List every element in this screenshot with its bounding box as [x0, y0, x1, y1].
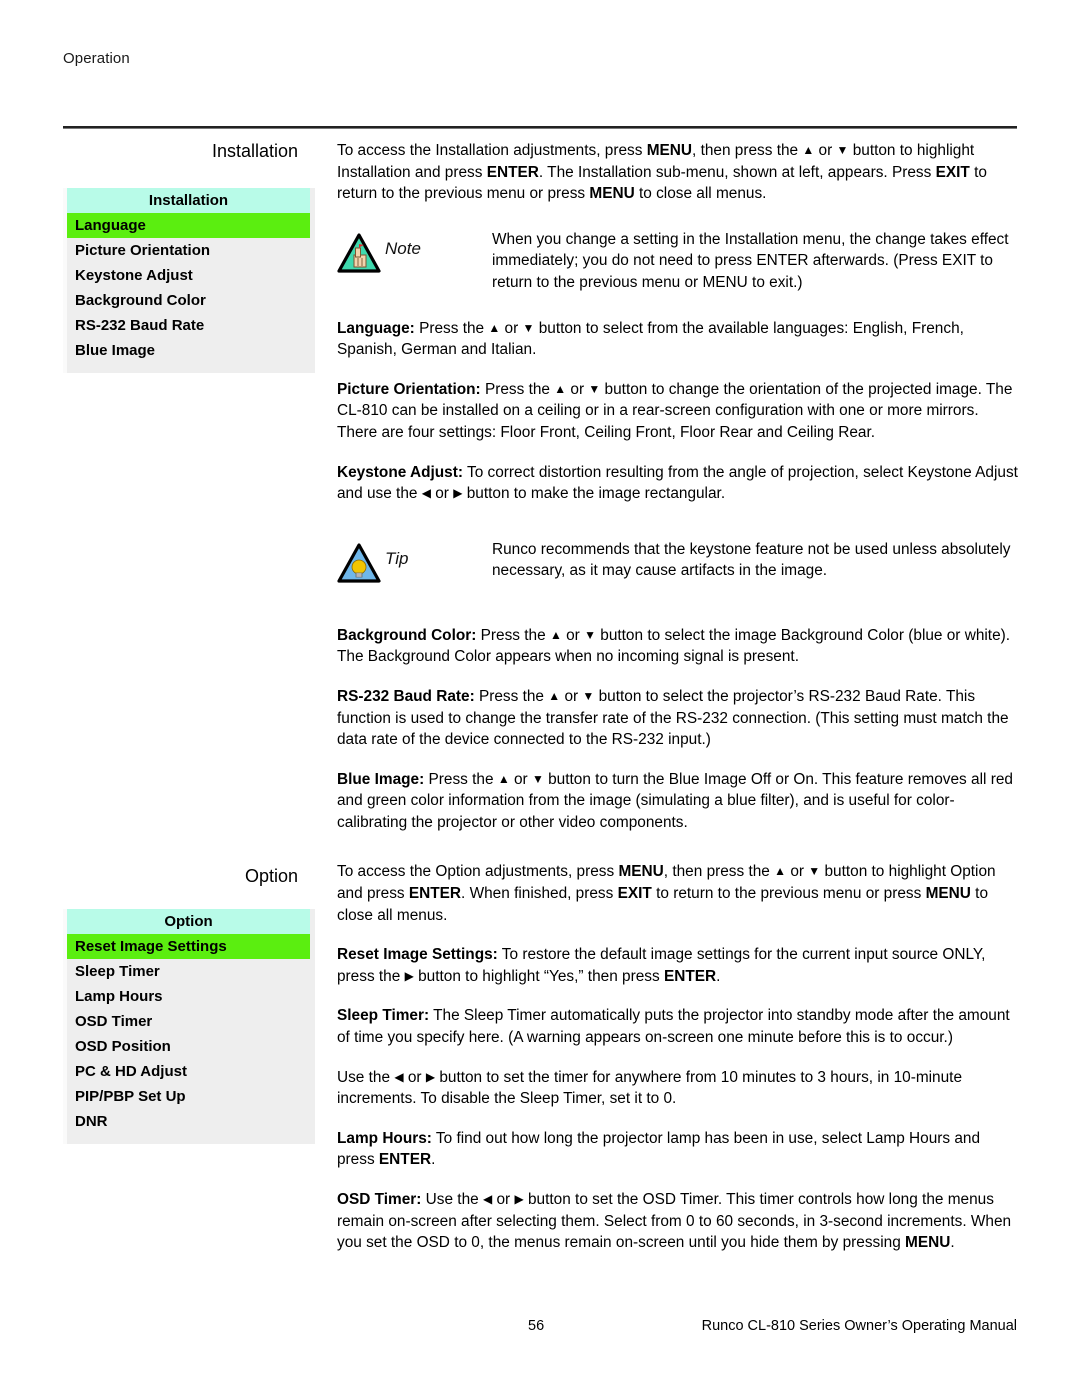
arrow-glyph: ▲: [802, 143, 815, 157]
osd-item-osd-timer[interactable]: OSD Timer: [67, 1009, 310, 1034]
osd-menu-title-option: Option: [67, 909, 310, 934]
arrow-glyph: ▲: [497, 771, 510, 786]
osd-item-lamp-hours[interactable]: Lamp Hours: [67, 984, 310, 1009]
installation-intro-paragraph: To access the Installation adjustments, …: [337, 142, 987, 203]
arrow-glyph: ▼: [808, 864, 821, 879]
paragraph-background-color: Background Color: Press the ▲ or ▼ butto…: [337, 626, 1011, 666]
paragraph-blue-image: Blue Image: Press the ▲ or ▼ button to t…: [337, 770, 1013, 831]
osd-item-sleep-timer[interactable]: Sleep Timer: [67, 959, 310, 984]
osd-menu-title-installation: Installation: [67, 188, 310, 213]
paragraph-term: Blue Image:: [337, 770, 425, 788]
osd-menu-option: Option Reset Image Settings Sleep Timer …: [63, 909, 315, 1144]
arrow-glyph: ◀: [421, 486, 431, 501]
paragraph-reset-image-settings: Reset Image Settings: To restore the def…: [337, 946, 986, 985]
note-label: Note: [385, 238, 421, 258]
arrow-glyph: ▲: [548, 688, 561, 703]
arrow-glyph: ▼: [582, 688, 595, 703]
paragraph-lamp-hours: Lamp Hours: To find out how long the pro…: [337, 1129, 981, 1169]
paragraph-term: Picture Orientation:: [337, 380, 481, 398]
section-heading-option: Option: [244, 866, 298, 886]
arrow-glyph: ◀: [394, 1069, 404, 1084]
osd-item-reset-image-settings[interactable]: Reset Image Settings: [67, 934, 310, 959]
arrow-glyph: ▼: [588, 381, 601, 396]
paragraph-rs232-baud-rate: RS-232 Baud Rate: Press the ▲ or ▼ butto…: [337, 687, 1009, 749]
tip-label: Tip: [385, 548, 409, 568]
footer-page-number: 56: [528, 1318, 545, 1334]
note-triangle-hand-icon: [337, 233, 381, 273]
osd-menu-installation: Installation Language Picture Orientatio…: [63, 188, 315, 373]
paragraph-sleep-timer: Sleep Timer: The Sleep Timer automatical…: [337, 1007, 1010, 1047]
osd-item-picture-orientation[interactable]: Picture Orientation: [67, 238, 310, 263]
arrow-glyph: ▶: [404, 968, 414, 983]
arrow-glyph: ▼: [836, 143, 849, 157]
manual-page: Operation Installation Installation Lang…: [0, 0, 1080, 1397]
osd-item-keystone-adjust[interactable]: Keystone Adjust: [67, 263, 310, 288]
paragraph-picture-orientation: Picture Orientation: Press the ▲ or ▼ bu…: [337, 380, 1013, 441]
osd-item-pip-pbp-set-up[interactable]: PIP/PBP Set Up: [67, 1084, 310, 1109]
page-footer: 56 Runco CL-810 Series Owner’s Operating…: [63, 1318, 1017, 1338]
paragraph-term: OSD Timer:: [337, 1191, 422, 1208]
footer-manual-title: Runco CL-810 Series Owner’s Operating Ma…: [701, 1318, 1017, 1334]
paragraph-term: Sleep Timer:: [337, 1007, 430, 1025]
arrow-glyph: ▶: [453, 486, 463, 501]
header-rule: [63, 126, 1017, 129]
tip-triangle-lightbulb-icon: [337, 543, 381, 583]
paragraph-term: Reset Image Settings:: [337, 946, 498, 964]
osd-item-blue-image[interactable]: Blue Image: [67, 338, 310, 363]
arrow-glyph: ▲: [774, 864, 787, 879]
arrow-glyph: ▶: [514, 1192, 524, 1206]
osd-item-language[interactable]: Language: [67, 213, 310, 238]
osd-item-background-color[interactable]: Background Color: [67, 288, 310, 313]
paragraph-term: Background Color:: [337, 626, 477, 644]
paragraph-keystone-adjust: Keystone Adjust: To correct distortion r…: [337, 463, 1018, 503]
osd-item-dnr[interactable]: DNR: [67, 1109, 310, 1134]
arrow-glyph: ▲: [554, 381, 567, 396]
paragraph-language: Language: Press the ▲ or ▼ button to sel…: [337, 319, 964, 359]
paragraph-term: Lamp Hours:: [337, 1129, 432, 1147]
arrow-glyph: ▶: [425, 1069, 436, 1084]
paragraph-sleep-timer-range: Use the ◀ or ▶ button to set the timer f…: [337, 1068, 963, 1108]
tip-body: Runco recommends that the keystone featu…: [492, 540, 1011, 580]
paragraph-term: RS-232 Baud Rate:: [337, 687, 475, 705]
arrow-glyph: ▼: [584, 627, 596, 642]
note-body: When you change a setting in the Install…: [492, 230, 1009, 291]
note-callout: Note When you change a setting in the In…: [337, 229, 1019, 294]
osd-item-rs232-baud-rate[interactable]: RS-232 Baud Rate: [67, 313, 310, 338]
arrow-glyph: ▼: [522, 320, 535, 335]
paragraph-term: Keystone Adjust:: [337, 463, 463, 481]
arrow-glyph: ▼: [531, 771, 544, 786]
arrow-glyph: ◀: [482, 1192, 493, 1206]
paragraph-osd-timer: OSD Timer: Use the ◀ or ▶ button to set …: [337, 1191, 1012, 1252]
paragraph-term: Language:: [337, 319, 415, 337]
option-intro-paragraph: To access the Option adjustments, press …: [337, 863, 996, 924]
osd-item-pc-hd-adjust[interactable]: PC & HD Adjust: [67, 1059, 310, 1084]
osd-item-osd-position[interactable]: OSD Position: [67, 1034, 310, 1059]
arrow-glyph: ▲: [549, 627, 562, 642]
tip-callout: Tip Runco recommends that the keystone f…: [337, 539, 1019, 585]
section-heading-installation: Installation: [211, 141, 298, 161]
arrow-glyph: ▲: [488, 320, 501, 335]
left-column: Installation Installation Language Pictu…: [63, 140, 315, 1144]
right-column: To access the Installation adjustments, …: [337, 140, 1019, 1272]
running-head: Operation: [63, 50, 130, 67]
